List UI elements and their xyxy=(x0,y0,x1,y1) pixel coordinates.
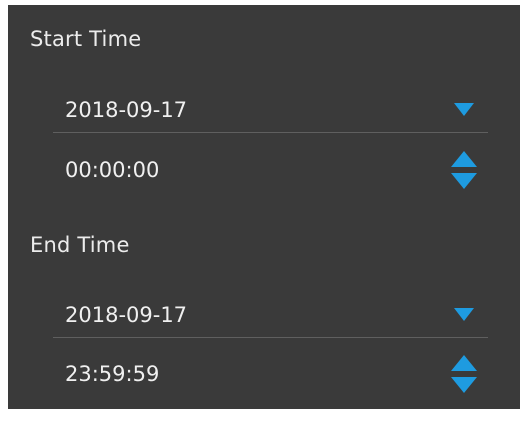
end-date-dropdown[interactable]: 2018-09-17 xyxy=(53,292,488,338)
start-date-dropdown[interactable]: 2018-09-17 xyxy=(53,87,488,133)
up-down-spinner-icon[interactable] xyxy=(451,151,477,189)
end-time-label: End Time xyxy=(30,233,130,257)
increment-arrow-icon[interactable] xyxy=(451,151,477,168)
increment-arrow-icon[interactable] xyxy=(451,355,477,372)
chevron-down-icon-shape xyxy=(454,307,474,321)
start-date-value: 2018-09-17 xyxy=(65,97,188,122)
chevron-down-icon[interactable] xyxy=(454,307,474,322)
start-time-label: Start Time xyxy=(30,27,142,51)
start-time-spinner[interactable]: 00:00:00 xyxy=(53,147,488,193)
decrement-arrow-icon[interactable] xyxy=(451,172,477,189)
end-date-value: 2018-09-17 xyxy=(65,302,188,327)
end-time-spinner[interactable]: 23:59:59 xyxy=(53,351,488,397)
end-time-value: 23:59:59 xyxy=(65,362,160,386)
chevron-down-icon-shape xyxy=(454,102,474,116)
start-time-value: 00:00:00 xyxy=(65,158,160,182)
up-down-spinner-icon[interactable] xyxy=(451,355,477,393)
chevron-down-icon[interactable] xyxy=(454,102,474,117)
decrement-arrow-icon[interactable] xyxy=(451,376,477,393)
time-range-panel: Start Time 2018-09-17 00:00:00 End Time … xyxy=(8,5,520,409)
